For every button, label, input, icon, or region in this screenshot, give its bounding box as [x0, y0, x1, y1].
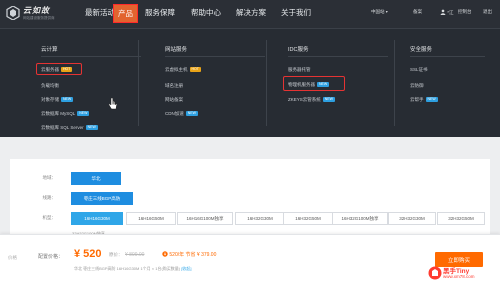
new-badge: NEW: [185, 111, 198, 116]
menu-item-label: 对象存储: [41, 97, 59, 102]
new-badge: NEW: [425, 97, 438, 102]
new-badge: NEW: [322, 97, 335, 102]
record-link[interactable]: 备案: [413, 9, 422, 15]
nav-products[interactable]: 产品: [113, 4, 138, 23]
brand-tagline: 网站建设服务提供商: [23, 16, 55, 20]
column-title-website-services: 网站服务: [165, 47, 188, 53]
watermark: 黑手Tiny www.xm78.com: [428, 265, 496, 282]
chevron-down-icon: ▾: [385, 9, 388, 14]
hot-badge: HOT: [189, 67, 201, 72]
current-price: ¥ 520: [74, 248, 102, 260]
model-option-8[interactable]: 32H32G50M: [437, 212, 485, 225]
menu-item-label: 云数据库 SQL Server: [41, 125, 84, 130]
new-badge: NEW: [61, 97, 74, 102]
nav-help-center[interactable]: 帮助中心: [191, 7, 221, 18]
highlight-box: [36, 63, 82, 75]
console-link[interactable]: 控制台: [458, 9, 472, 15]
price-label: 配置价格：: [38, 254, 64, 260]
column-rule: [41, 56, 141, 57]
config-summary: 华北 枣庄三线BGP高防 16H16G30M 1个月 × 1台(购买数量) [收…: [74, 266, 192, 272]
savings-note: ¥ 520/年 节省 ¥ 379.00: [162, 251, 216, 258]
brand-logo[interactable]: 云如故 网站建设服务提供商: [6, 4, 64, 24]
menu-item-ssl[interactable]: SSL证书: [410, 67, 428, 73]
nav-service-guarantee[interactable]: 服务保障: [145, 7, 175, 18]
region-label: 中国站: [371, 9, 385, 14]
menu-item-virtual-host[interactable]: 云虚拟主机 HOT: [165, 67, 201, 73]
price-bar: 价格 配置价格： ¥ 520 原价： ¥ 899.00 ¥ 520/年 节省 ¥…: [0, 234, 500, 284]
column-title-security-services: 安全服务: [410, 47, 433, 53]
model-option-5[interactable]: 16H32G50M: [283, 212, 333, 225]
logout-link[interactable]: 退出: [483, 9, 492, 15]
model-field-label: 机型：: [42, 215, 57, 220]
user-menu[interactable]: *江: [440, 9, 454, 16]
region-selector[interactable]: 中国站 ▾: [371, 9, 388, 15]
menu-item-label: 云虚拟主机: [165, 67, 188, 72]
region-option-huabei[interactable]: 华北: [71, 172, 121, 185]
column-rule: [165, 56, 265, 57]
model-option-1[interactable]: 16H16G30M: [71, 212, 123, 225]
menu-item-cloud-defense[interactable]: 云防御: [410, 83, 424, 89]
region-field-label: 地域：: [42, 175, 57, 180]
column-title-idc-services: IDC服务: [288, 47, 309, 53]
menu-item-object-storage[interactable]: 对象存储 NEW: [41, 97, 74, 103]
column-rule: [410, 56, 485, 57]
model-option-4[interactable]: 16H32G30M: [235, 212, 285, 225]
menu-item-cloud-helper[interactable]: 云帮手 NEW: [410, 97, 438, 103]
watermark-url: www.xm78.com: [443, 274, 475, 279]
nav-latest-activities[interactable]: 最新活动: [85, 7, 115, 18]
model-option-2[interactable]: 16H16G50M: [126, 212, 176, 225]
user-icon: [440, 9, 446, 15]
model-option-7[interactable]: 32H32G30M: [388, 212, 436, 225]
products-dropdown: 云计算 云服务器 HOT 负载均衡 对象存储 NEW 云数据库 MySQL NEW 云…: [0, 28, 500, 137]
menu-item-zkeys[interactable]: ZKEYS云管系统 NEW: [288, 97, 335, 103]
line-option-bgp[interactable]: 枣庄三线BGP高防: [71, 192, 133, 205]
menu-item-label: 云帮手: [410, 97, 424, 102]
column-title-cloud-computing: 云计算: [41, 47, 58, 53]
nav-solutions[interactable]: 解决方案: [236, 7, 266, 18]
summary-text: 华北 枣庄三线BGP高防 16H16G30M 1个月 × 1台(购买数量): [74, 266, 181, 271]
menu-item-domain-registration[interactable]: 域名注册: [165, 83, 183, 89]
model-option-6[interactable]: 16H32G100M独享: [332, 212, 388, 225]
savings-text: 520/年 节省 ¥ 379.00: [169, 252, 217, 258]
column-divider: [138, 40, 139, 126]
model-option-3[interactable]: 16H16G100M独享: [177, 212, 233, 225]
watermark-logo-icon: [428, 266, 442, 280]
collapse-link[interactable]: [收起]: [181, 266, 191, 271]
menu-item-label: 云数据库 MySQL: [41, 111, 76, 116]
discount-icon: ¥: [162, 251, 168, 257]
menu-item-label: ZKEYS云管系统: [288, 97, 321, 102]
menu-item-sql-server[interactable]: 云数据库 SQL Server NEW: [41, 125, 98, 131]
menu-item-server-hosting[interactable]: 服务器托管: [288, 67, 311, 73]
new-badge: NEW: [77, 111, 90, 116]
new-badge: NEW: [85, 125, 98, 130]
column-rule: [288, 56, 388, 57]
column-divider: [394, 40, 395, 126]
original-price-label: 原价：: [109, 252, 123, 257]
highlight-box: [283, 76, 345, 91]
logo-mark-icon: [6, 6, 20, 20]
menu-item-label: CDN加速: [165, 111, 184, 116]
menu-item-mysql[interactable]: 云数据库 MySQL NEW: [41, 111, 90, 117]
nav-about-us[interactable]: 关于我们: [281, 7, 311, 18]
column-divider: [266, 40, 267, 126]
menu-item-cdn[interactable]: CDN加速 NEW: [165, 111, 198, 117]
top-navbar: 云如故 网站建设服务提供商 最新活动 产品 服务保障 帮助中心 解决方案 关于我…: [0, 0, 500, 28]
side-tag: 价格: [8, 255, 17, 260]
brand-name: 云如故: [23, 5, 50, 15]
line-field-label: 线路：: [42, 195, 57, 200]
original-price: ¥ 899.00: [125, 252, 145, 258]
user-name: *江: [447, 10, 454, 15]
menu-item-website-record[interactable]: 网站备案: [165, 97, 183, 103]
menu-item-load-balancer[interactable]: 负载均衡: [41, 83, 59, 89]
mouse-pointer-icon: [108, 97, 118, 110]
